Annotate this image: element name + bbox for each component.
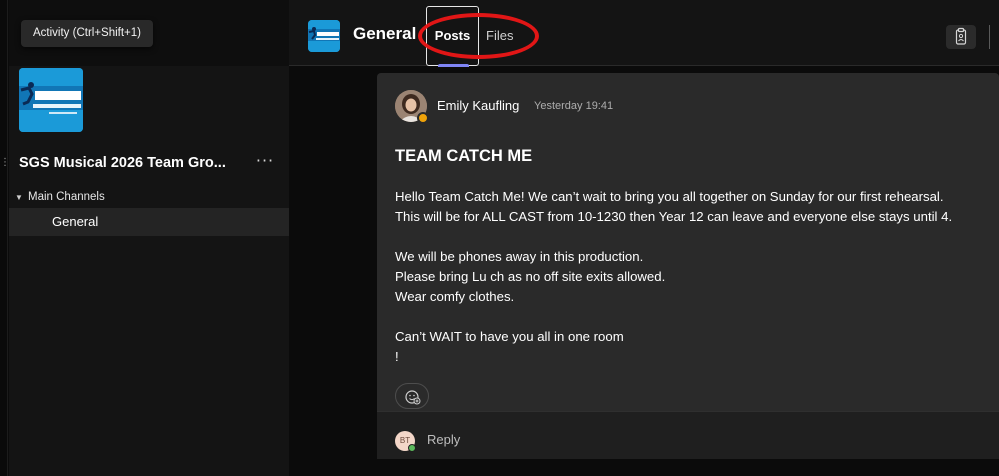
channel-label: General [52, 214, 99, 229]
post-body-line: We will be phones away in this productio… [395, 249, 644, 264]
team-avatar[interactable] [19, 68, 83, 132]
add-reaction-icon [405, 390, 421, 405]
channel-item-general[interactable]: General [9, 208, 289, 236]
team-more-options-button[interactable]: ··· [253, 150, 277, 174]
team-name[interactable]: SGS Musical 2026 Team Gro... [19, 155, 257, 171]
tab-files[interactable]: Files [486, 28, 513, 43]
caret-down-icon: ▼ [15, 193, 23, 202]
post-subject: TEAM CATCH ME [395, 147, 533, 165]
channel-title: General [353, 24, 417, 43]
post-author[interactable]: Emily Kaufling [437, 98, 519, 113]
channel-team-avatar [308, 20, 340, 52]
team-logo-icon [19, 68, 83, 132]
post-body-line: Please bring Lu ch as no off site exits … [395, 269, 666, 284]
presence-available-icon [408, 444, 416, 452]
app-rail: ⋮ [0, 0, 10, 476]
post-body: Hello Team Catch Me! We can’t wait to br… [395, 187, 995, 367]
reply-button[interactable]: Reply [427, 432, 460, 447]
rail-indicator: ⋮ [0, 157, 10, 168]
post-timestamp: Yesterday 19:41 [534, 100, 614, 112]
presence-away-icon [417, 112, 429, 124]
posts-feed: Emily Kaufling Yesterday 19:41 TEAM CATC… [289, 67, 999, 476]
add-reaction-button[interactable] [395, 383, 429, 409]
header-divider [989, 25, 990, 49]
post-body-line [395, 227, 995, 247]
team-logo-icon [308, 20, 340, 52]
post-card: Emily Kaufling Yesterday 19:41 TEAM CATC… [377, 73, 999, 416]
channel-info-button[interactable] [946, 25, 976, 49]
post-body-line: This will be for ALL CAST from 10-1230 t… [395, 209, 953, 224]
clipboard-icon [955, 27, 967, 45]
channel-group-label: Main Channels [28, 191, 105, 203]
post-body-line [395, 307, 995, 327]
activity-tooltip: Activity (Ctrl+Shift+1) [21, 20, 153, 47]
channel-group-header[interactable]: ▼ Main Channels [9, 190, 289, 208]
reply-bar[interactable]: BT Reply [377, 411, 999, 459]
team-pane: SGS Musical 2026 Team Gro... ··· ▼ Main … [9, 0, 289, 476]
post-body-line: Can’t WAIT to have you all in one room [395, 329, 624, 344]
tab-posts-label: Posts [434, 28, 471, 43]
post-body-line: Wear comfy clothes. [395, 289, 515, 304]
post-body-line: ! [395, 349, 399, 364]
channel-header: General Posts Files [289, 0, 999, 67]
post-body-line: Hello Team Catch Me! We can’t wait to br… [395, 189, 944, 204]
tab-posts[interactable]: Posts [426, 6, 479, 67]
